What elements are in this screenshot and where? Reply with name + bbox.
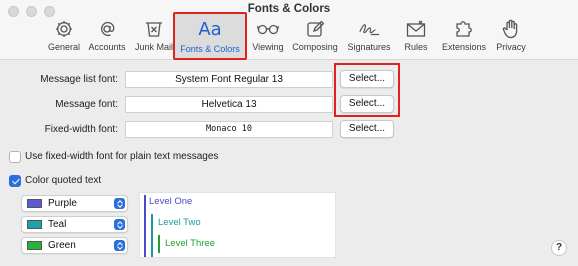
quote-level-one-color-popup[interactable]: Purple (21, 195, 128, 212)
signature-icon (358, 19, 380, 39)
tab-label: Extensions (441, 42, 487, 52)
tab-label: Junk Mail (134, 42, 173, 52)
message-list-font-select-button[interactable]: Select... (340, 70, 394, 88)
quote-level-two-color-popup[interactable]: Teal (21, 216, 128, 233)
gear-icon (53, 19, 75, 39)
compose-icon (304, 19, 326, 39)
tab-label: Viewing (252, 42, 284, 52)
tab-label: General (47, 42, 81, 52)
at-sign-icon (96, 19, 118, 39)
tab-signatures[interactable]: Signatures (346, 19, 392, 59)
quote-level-three-color-popup[interactable]: Green (21, 237, 128, 254)
tab-extensions[interactable]: Extensions (442, 19, 486, 59)
quote-bar-level-three (158, 235, 160, 253)
tab-composing[interactable]: Composing (292, 19, 338, 59)
tab-junk-mail[interactable]: Junk Mail (134, 19, 174, 59)
preferences-toolbar: General Accounts Junk Mail Aa Fonts & Co… (0, 12, 578, 60)
fixed-width-font-select-button[interactable]: Select... (340, 120, 394, 138)
message-font-label: Message font: (55, 99, 118, 110)
tab-label: Rules (404, 42, 428, 52)
popup-value: Purple (48, 198, 77, 209)
preview-level-two: Level Two (158, 217, 201, 228)
font-aa-icon: Aa (198, 19, 222, 40)
tab-viewing[interactable]: Viewing (250, 19, 286, 59)
tab-accounts[interactable]: Accounts (87, 19, 127, 59)
fixed-width-font-label: Fixed-width font: (44, 124, 118, 135)
preview-level-one: Level One (149, 196, 193, 207)
popup-chevron-icon (114, 240, 125, 251)
message-list-font-label: Message list font: (40, 74, 118, 85)
color-swatch (27, 220, 42, 229)
quote-bar-level-two (151, 214, 153, 257)
color-quoted-text-checkbox[interactable] (9, 175, 21, 187)
junk-mail-icon (143, 19, 165, 39)
popup-value: Green (48, 240, 76, 251)
fixed-width-font-field: Monaco 10 (125, 121, 333, 138)
tab-general[interactable]: General (47, 19, 81, 59)
color-swatch (27, 241, 42, 250)
glasses-icon (257, 19, 279, 39)
color-swatch (27, 199, 42, 208)
tab-label: Composing (292, 42, 338, 52)
tab-label: Fonts & Colors (180, 44, 240, 54)
popup-chevron-icon (114, 198, 125, 209)
quoted-text-preview: Level One Level Two Level Three (139, 192, 336, 258)
quote-bar-level-one (144, 195, 146, 257)
tab-fonts-and-colors[interactable]: Aa Fonts & Colors (173, 12, 247, 60)
hand-icon (500, 19, 522, 39)
color-quoted-text-label: Color quoted text (25, 175, 102, 186)
popup-chevron-icon (114, 219, 125, 230)
preferences-window: Fonts & Colors General Accounts Junk Mai… (0, 0, 578, 266)
use-fixed-width-checkbox[interactable] (9, 151, 21, 163)
popup-value: Teal (48, 219, 67, 230)
use-fixed-width-label: Use fixed-width font for plain text mess… (25, 151, 219, 162)
rules-envelope-icon (405, 19, 427, 39)
puzzle-icon (453, 19, 475, 39)
message-list-font-field: System Font Regular 13 (125, 71, 333, 88)
title-bar: Fonts & Colors General Accounts Junk Mai… (0, 0, 578, 60)
help-button[interactable]: ? (551, 240, 567, 256)
tab-label: Privacy (496, 42, 526, 52)
tab-rules[interactable]: Rules (403, 19, 429, 59)
tab-label: Accounts (88, 42, 126, 52)
tab-privacy[interactable]: Privacy (495, 19, 527, 59)
message-font-field: Helvetica 13 (125, 96, 333, 113)
preview-level-three: Level Three (165, 238, 215, 249)
tab-label: Signatures (347, 42, 391, 52)
message-font-select-button[interactable]: Select... (340, 95, 394, 113)
